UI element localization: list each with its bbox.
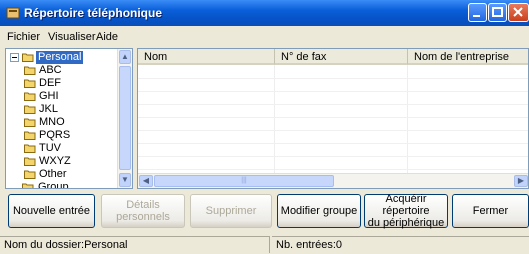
tree-item-label[interactable]: DEF — [39, 77, 61, 90]
acquire-label-line2: du périphérique — [367, 217, 445, 229]
folder-icon — [24, 157, 36, 166]
maximize-icon — [492, 7, 503, 17]
folder-icon — [24, 105, 36, 114]
tree-item-label[interactable]: JKL — [39, 103, 58, 116]
new-entry-button[interactable]: Nouvelle entrée — [8, 194, 95, 228]
grid-divider — [138, 78, 528, 79]
close-icon — [513, 7, 523, 17]
menu-bar: Fichier Visualiser Aide — [0, 28, 529, 46]
menu-aide[interactable]: Aide — [96, 31, 118, 43]
tree-item-label[interactable]: ABC — [39, 64, 62, 77]
entries-list[interactable]: Nom N° de fax Nom de l'entreprise ◀ ||| … — [137, 48, 529, 189]
folder-icon — [24, 79, 36, 88]
maximize-button[interactable] — [488, 3, 507, 22]
tree-label-personal[interactable]: Personal — [36, 51, 84, 64]
menu-visualiser[interactable]: Visualiser — [48, 31, 96, 43]
grid-divider — [138, 91, 528, 92]
scroll-thumb[interactable]: ||| — [154, 175, 334, 187]
grid-divider — [138, 104, 528, 105]
new-entry-label: Nouvelle entrée — [12, 205, 91, 217]
tree-item-label[interactable]: Other — [39, 168, 67, 181]
folder-icon — [24, 118, 36, 127]
minimize-icon — [473, 15, 480, 17]
open-folder-icon — [22, 53, 34, 62]
delete-button[interactable]: Supprimer — [190, 194, 272, 228]
collapse-icon[interactable] — [10, 53, 19, 62]
column-header-entreprise[interactable]: Nom de l'entreprise — [408, 49, 528, 65]
tree-item-label[interactable]: GHI — [39, 90, 59, 103]
modify-group-button[interactable]: Modifier groupe — [277, 194, 361, 228]
scroll-thumb[interactable] — [119, 66, 131, 170]
folder-icon — [24, 66, 36, 75]
grid-divider — [138, 143, 528, 144]
folder-icon — [22, 183, 34, 188]
tree-item-label[interactable]: TUV — [39, 142, 61, 155]
grid-divider — [138, 169, 528, 170]
delete-label: Supprimer — [205, 205, 257, 217]
grid-divider — [138, 117, 528, 118]
acquire-directory-button[interactable]: Acquérir répertoire du périphérique — [364, 193, 448, 229]
menu-fichier[interactable]: Fichier — [7, 31, 40, 43]
folder-icon — [24, 144, 36, 153]
close-label: Fermer — [472, 205, 509, 217]
column-header-fax[interactable]: N° de fax — [275, 49, 408, 65]
tree-vertical-scrollbar[interactable]: ▲ ▼ — [117, 49, 132, 188]
status-entries: Nb. entrées:0 — [272, 236, 529, 253]
minimize-button[interactable] — [468, 3, 487, 22]
tree-item-label[interactable]: Group — [38, 181, 69, 188]
scroll-right-button[interactable]: ▶ — [514, 175, 528, 187]
folder-icon — [24, 92, 36, 101]
grid-divider — [138, 156, 528, 157]
grid-divider — [274, 65, 275, 175]
tree-item-label[interactable]: PQRS — [39, 129, 70, 142]
folder-icon — [24, 131, 36, 140]
folder-icon — [24, 170, 36, 179]
list-horizontal-scrollbar[interactable]: ◀ ||| ▶ — [138, 173, 528, 188]
grid-divider — [138, 130, 528, 131]
acquire-label-line1: Acquérir répertoire — [382, 193, 430, 217]
window-title: Répertoire téléphonique — [24, 6, 163, 20]
grid-divider — [407, 65, 408, 175]
modify-group-label: Modifier groupe — [280, 205, 358, 217]
close-window-button[interactable] — [508, 3, 529, 22]
column-header-nom[interactable]: Nom — [138, 49, 275, 65]
personal-details-label: Détails personnels — [116, 199, 170, 223]
close-button[interactable]: Fermer — [452, 194, 529, 228]
phonebook-icon — [6, 7, 20, 19]
tree-item-label[interactable]: WXYZ — [39, 155, 71, 168]
scroll-up-button[interactable]: ▲ — [119, 50, 131, 64]
title-bar: Répertoire téléphonique — [0, 0, 529, 26]
scroll-down-button[interactable]: ▼ — [119, 173, 131, 187]
folder-tree[interactable]: Personal ABC DEF GHI JKL MNO PQRS TUV WX… — [5, 48, 133, 189]
personal-details-button[interactable]: Détails personnels — [101, 194, 185, 228]
status-folder: Nom du dossier:Personal — [0, 236, 270, 253]
tree-item-label[interactable]: MNO — [39, 116, 65, 129]
scroll-left-button[interactable]: ◀ — [139, 175, 153, 187]
